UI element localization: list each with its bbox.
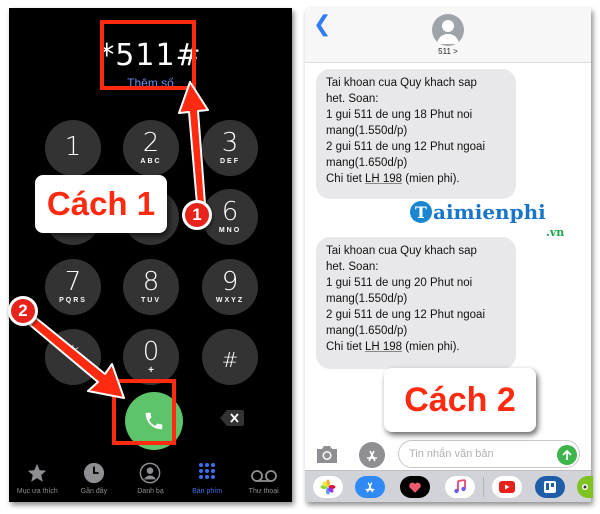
photos-icon [320, 479, 336, 495]
app-drawer [305, 470, 593, 502]
apps-button[interactable] [359, 442, 385, 468]
music-app[interactable] [445, 476, 475, 498]
key-2[interactable]: 2 ABC [123, 120, 179, 176]
compose-bar: Tin nhắn văn bản [305, 438, 591, 470]
camera-icon [317, 446, 337, 463]
clock-icon [83, 462, 104, 484]
method-1-label: Cách 1 [35, 175, 167, 233]
message-input[interactable]: Tin nhắn văn bản [398, 440, 580, 468]
watermark-text: aimienphi [433, 200, 546, 224]
duolingo-icon [582, 484, 588, 490]
phone-link[interactable]: LH 198 [365, 173, 402, 185]
key-9[interactable]: 9 WXYZ [202, 259, 258, 315]
send-button[interactable] [557, 445, 577, 465]
youtube-app[interactable] [492, 476, 522, 498]
heart-app[interactable] [400, 476, 430, 498]
step-2-badge: 2 [8, 296, 38, 326]
watermark-tld: .vn [546, 226, 565, 239]
key-star[interactable]: * [45, 329, 101, 385]
watermark-initial: T [410, 201, 432, 223]
youtube-icon [499, 481, 515, 493]
backspace-icon [220, 410, 244, 426]
contact-icon [140, 462, 161, 484]
app-store-app[interactable] [355, 476, 385, 498]
key-3[interactable]: 3 DEF [202, 120, 258, 176]
message-bubble: Tai khoan cua Quy khach sap het. Soan: 1… [316, 69, 516, 199]
key-7[interactable]: 7 PQRS [45, 259, 101, 315]
trello-app[interactable] [535, 476, 565, 498]
step-1-badge: 1 [182, 200, 212, 230]
tab-keypad[interactable]: Bàn phím [179, 458, 236, 502]
key-8[interactable]: 8 TUV [123, 259, 179, 315]
dialed-number-highlight [100, 20, 196, 90]
star-icon [28, 463, 47, 482]
tab-bar: Mục ưa thích Gần đây Danh bạ Bàn phím Th… [9, 458, 292, 502]
method-2-label: Cách 2 [384, 368, 536, 432]
app-store-icon [367, 450, 377, 462]
arrow-up-icon [562, 449, 572, 460]
tab-voicemail[interactable]: Thư thoại [235, 458, 292, 502]
heart-app-icon [409, 482, 421, 493]
delete-button[interactable] [220, 410, 244, 426]
keypad-icon [199, 463, 216, 479]
contact-avatar[interactable] [432, 14, 464, 46]
trello-icon [544, 481, 556, 493]
camera-button[interactable] [315, 444, 339, 469]
person-icon [437, 20, 459, 44]
app-divider [483, 477, 484, 497]
tab-recents[interactable]: Gần đây [66, 458, 123, 502]
watermark-logo: T aimienphi [410, 200, 546, 224]
tab-favorites[interactable]: Mục ưa thích [9, 458, 66, 502]
app-store-icon [365, 482, 375, 493]
tab-contacts[interactable]: Danh bạ [122, 458, 179, 502]
contact-name[interactable]: 511 > [305, 47, 591, 56]
conversation-header: ❮ 511 > [305, 8, 591, 63]
call-button-highlight [112, 379, 176, 445]
photos-app[interactable] [313, 476, 343, 498]
duolingo-app[interactable] [577, 476, 593, 498]
back-chevron-icon[interactable]: ❮ [313, 12, 331, 37]
voicemail-icon [250, 470, 277, 482]
key-hash[interactable]: # [202, 329, 258, 385]
key-0[interactable]: 0 + [123, 329, 179, 385]
phone-link[interactable]: LH 198 [365, 341, 402, 353]
message-bubble: Tai khoan cua Quy khach sap het. Soan: 1… [316, 237, 516, 369]
music-icon [454, 479, 466, 494]
key-1[interactable]: 1 [45, 120, 101, 176]
